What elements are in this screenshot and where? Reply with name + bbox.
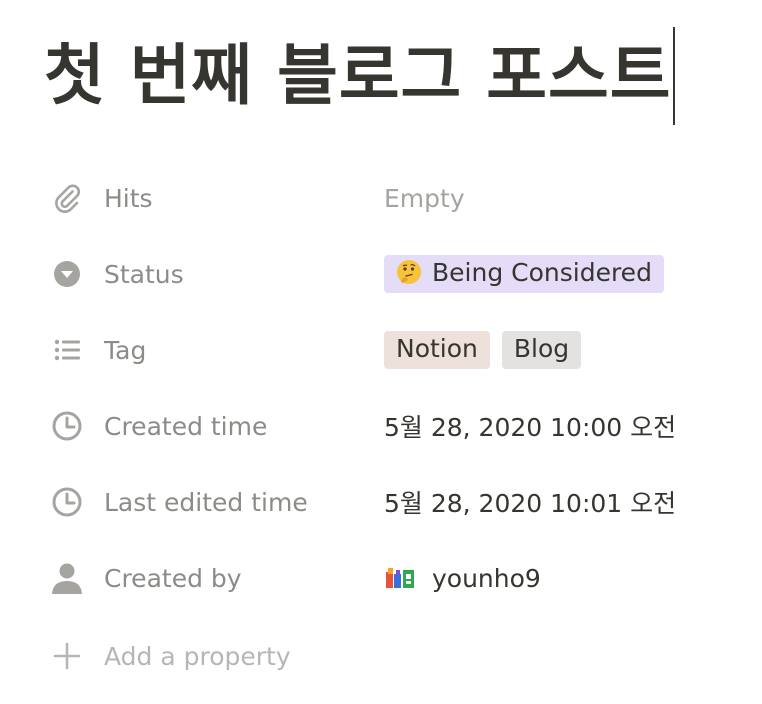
property-row-last-edited-time[interactable]: Last edited time 5월 28, 2020 10:01 오전 [0,464,762,540]
clock-icon [50,409,84,443]
property-row-hits[interactable]: Hits Empty [0,160,762,236]
property-name[interactable]: Created by [104,564,242,593]
property-value[interactable]: Being Considered [384,255,676,293]
property-value[interactable]: younho9 [384,564,541,593]
thinking-face-emoji [396,259,422,285]
property-row-tag[interactable]: Tag Notion Blog [0,312,762,388]
property-value-empty[interactable]: Empty [384,184,465,213]
property-name[interactable]: Last edited time [104,488,308,517]
select-icon [50,257,84,291]
property-row-status[interactable]: Status Being Considered [0,236,762,312]
property-name[interactable]: Created time [104,412,267,441]
page-title-container[interactable]: 첫 번째 블로그 포스트 [44,24,676,128]
page-title[interactable]: 첫 번째 블로그 포스트 [44,43,671,109]
plus-icon [50,639,84,673]
property-value[interactable]: 5월 28, 2020 10:01 오전 [384,484,676,520]
clock-icon [50,485,84,519]
property-row-created-time[interactable]: Created time 5월 28, 2020 10:00 오전 [0,388,762,464]
person-icon [50,561,84,595]
property-name[interactable]: Tag [104,336,146,365]
property-name[interactable]: Hits [104,184,153,213]
user-avatar [384,564,416,592]
status-badge[interactable]: Being Considered [384,255,664,293]
add-property-button[interactable]: Add a property [0,618,762,694]
text-cursor [673,27,676,125]
notion-page: 첫 번째 블로그 포스트 Hits Empty Status Being Con… [0,0,762,704]
property-row-created-by[interactable]: Created by younho9 [0,540,762,616]
user-name[interactable]: younho9 [432,564,541,593]
add-property-label[interactable]: Add a property [104,642,291,671]
tag-blog[interactable]: Blog [501,331,582,369]
status-label: Being Considered [432,258,652,287]
attachment-icon [50,181,84,215]
property-value[interactable]: Notion Blog [384,331,593,369]
property-name[interactable]: Status [104,260,184,289]
property-value[interactable]: 5월 28, 2020 10:00 오전 [384,408,676,444]
list-icon [50,333,84,367]
tag-notion[interactable]: Notion [384,331,490,369]
